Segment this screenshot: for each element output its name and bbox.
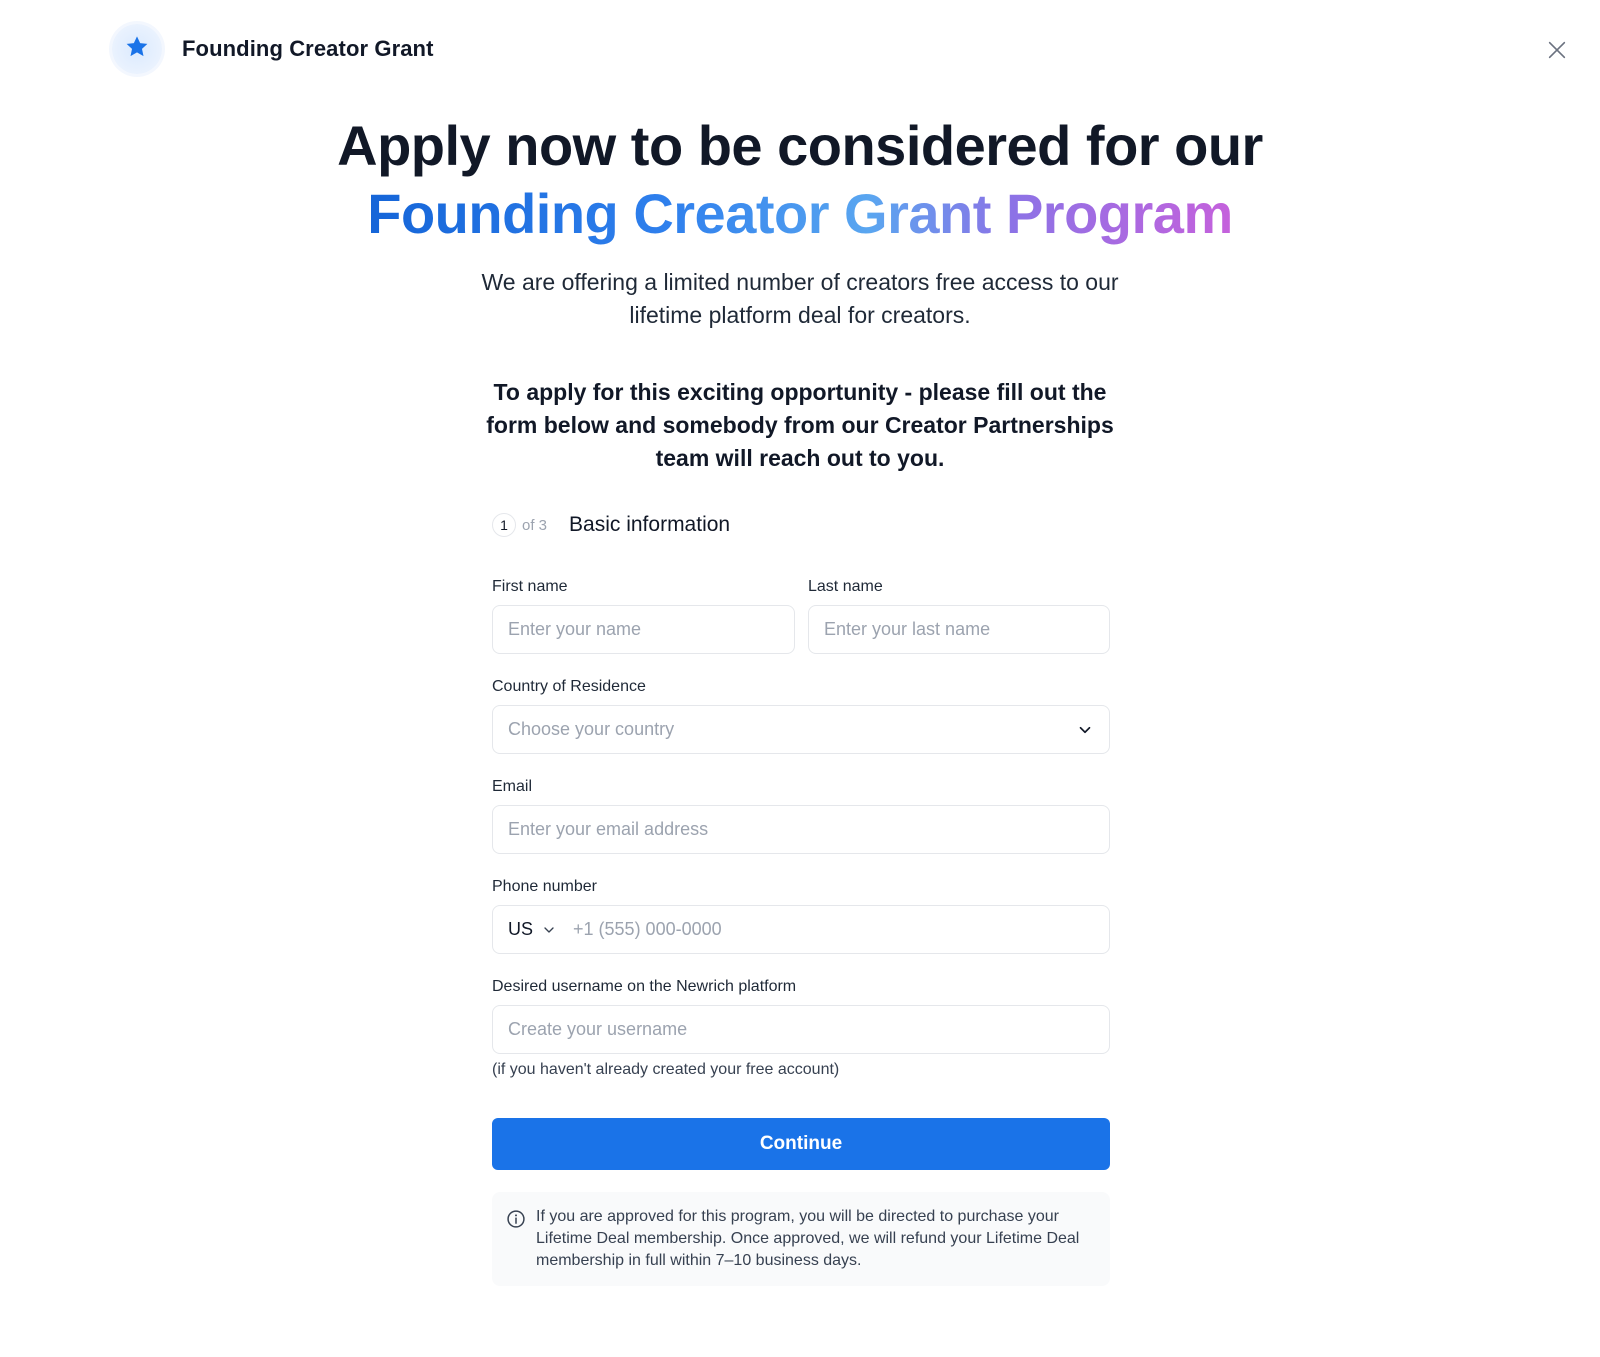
continue-button[interactable]: Continue (492, 1118, 1110, 1170)
star-icon (124, 34, 150, 65)
username-input[interactable] (508, 1006, 1094, 1053)
logo-badge (112, 24, 162, 74)
last-name-field (808, 605, 1110, 654)
close-icon (1546, 39, 1568, 64)
country-placeholder: Choose your country (508, 719, 675, 739)
app-title: Founding Creator Grant (182, 36, 434, 61)
phone-label: Phone number (492, 878, 597, 895)
info-icon (506, 1206, 526, 1286)
step-indicator: 1 of 3 Basic information (492, 513, 730, 537)
phone-field: US (492, 905, 1110, 954)
step-title: Basic information (569, 513, 731, 536)
last-name-input[interactable] (824, 606, 1094, 653)
last-name-label: Last name (808, 578, 883, 595)
subtitle: We are offering a limited number of crea… (481, 269, 1119, 328)
step-number: 1 (492, 513, 516, 537)
email-input[interactable] (508, 806, 1094, 853)
grant-application-page: Founding Creator Grant Apply now to be c… (0, 0, 1600, 1357)
username-label: Desired username on the Newrich platform (492, 978, 797, 995)
chevron-down-icon (541, 922, 557, 938)
first-name-label: First name (492, 578, 568, 595)
country-label: Country of Residence (492, 678, 646, 695)
country-select[interactable]: Choose your country (492, 705, 1110, 754)
email-field (492, 805, 1110, 854)
step-total: of 3 (522, 516, 548, 534)
chevron-down-icon (1076, 721, 1094, 739)
first-name-input[interactable] (508, 606, 779, 653)
header: Founding Creator Grant (112, 24, 434, 74)
first-name-field (492, 605, 795, 654)
close-button[interactable] (1540, 34, 1574, 68)
approval-notice: If you are approved for this program, yo… (492, 1192, 1110, 1286)
country-code-select[interactable]: US (508, 919, 557, 940)
hero: Apply now to be considered for our Found… (0, 112, 1600, 475)
instructions: To apply for this exciting opportunity -… (486, 379, 1114, 471)
notice-text: If you are approved for this program, yo… (536, 1208, 1080, 1269)
headline-line-1: Apply now to be considered for our (337, 114, 1263, 177)
country-code: US (508, 919, 534, 939)
headline-line-2: Founding Creator Grant Program (367, 180, 1233, 248)
username-help-text: (if you haven't already created your fre… (492, 1061, 840, 1078)
username-field (492, 1005, 1110, 1054)
email-label: Email (492, 778, 533, 795)
phone-input[interactable] (573, 906, 1094, 953)
